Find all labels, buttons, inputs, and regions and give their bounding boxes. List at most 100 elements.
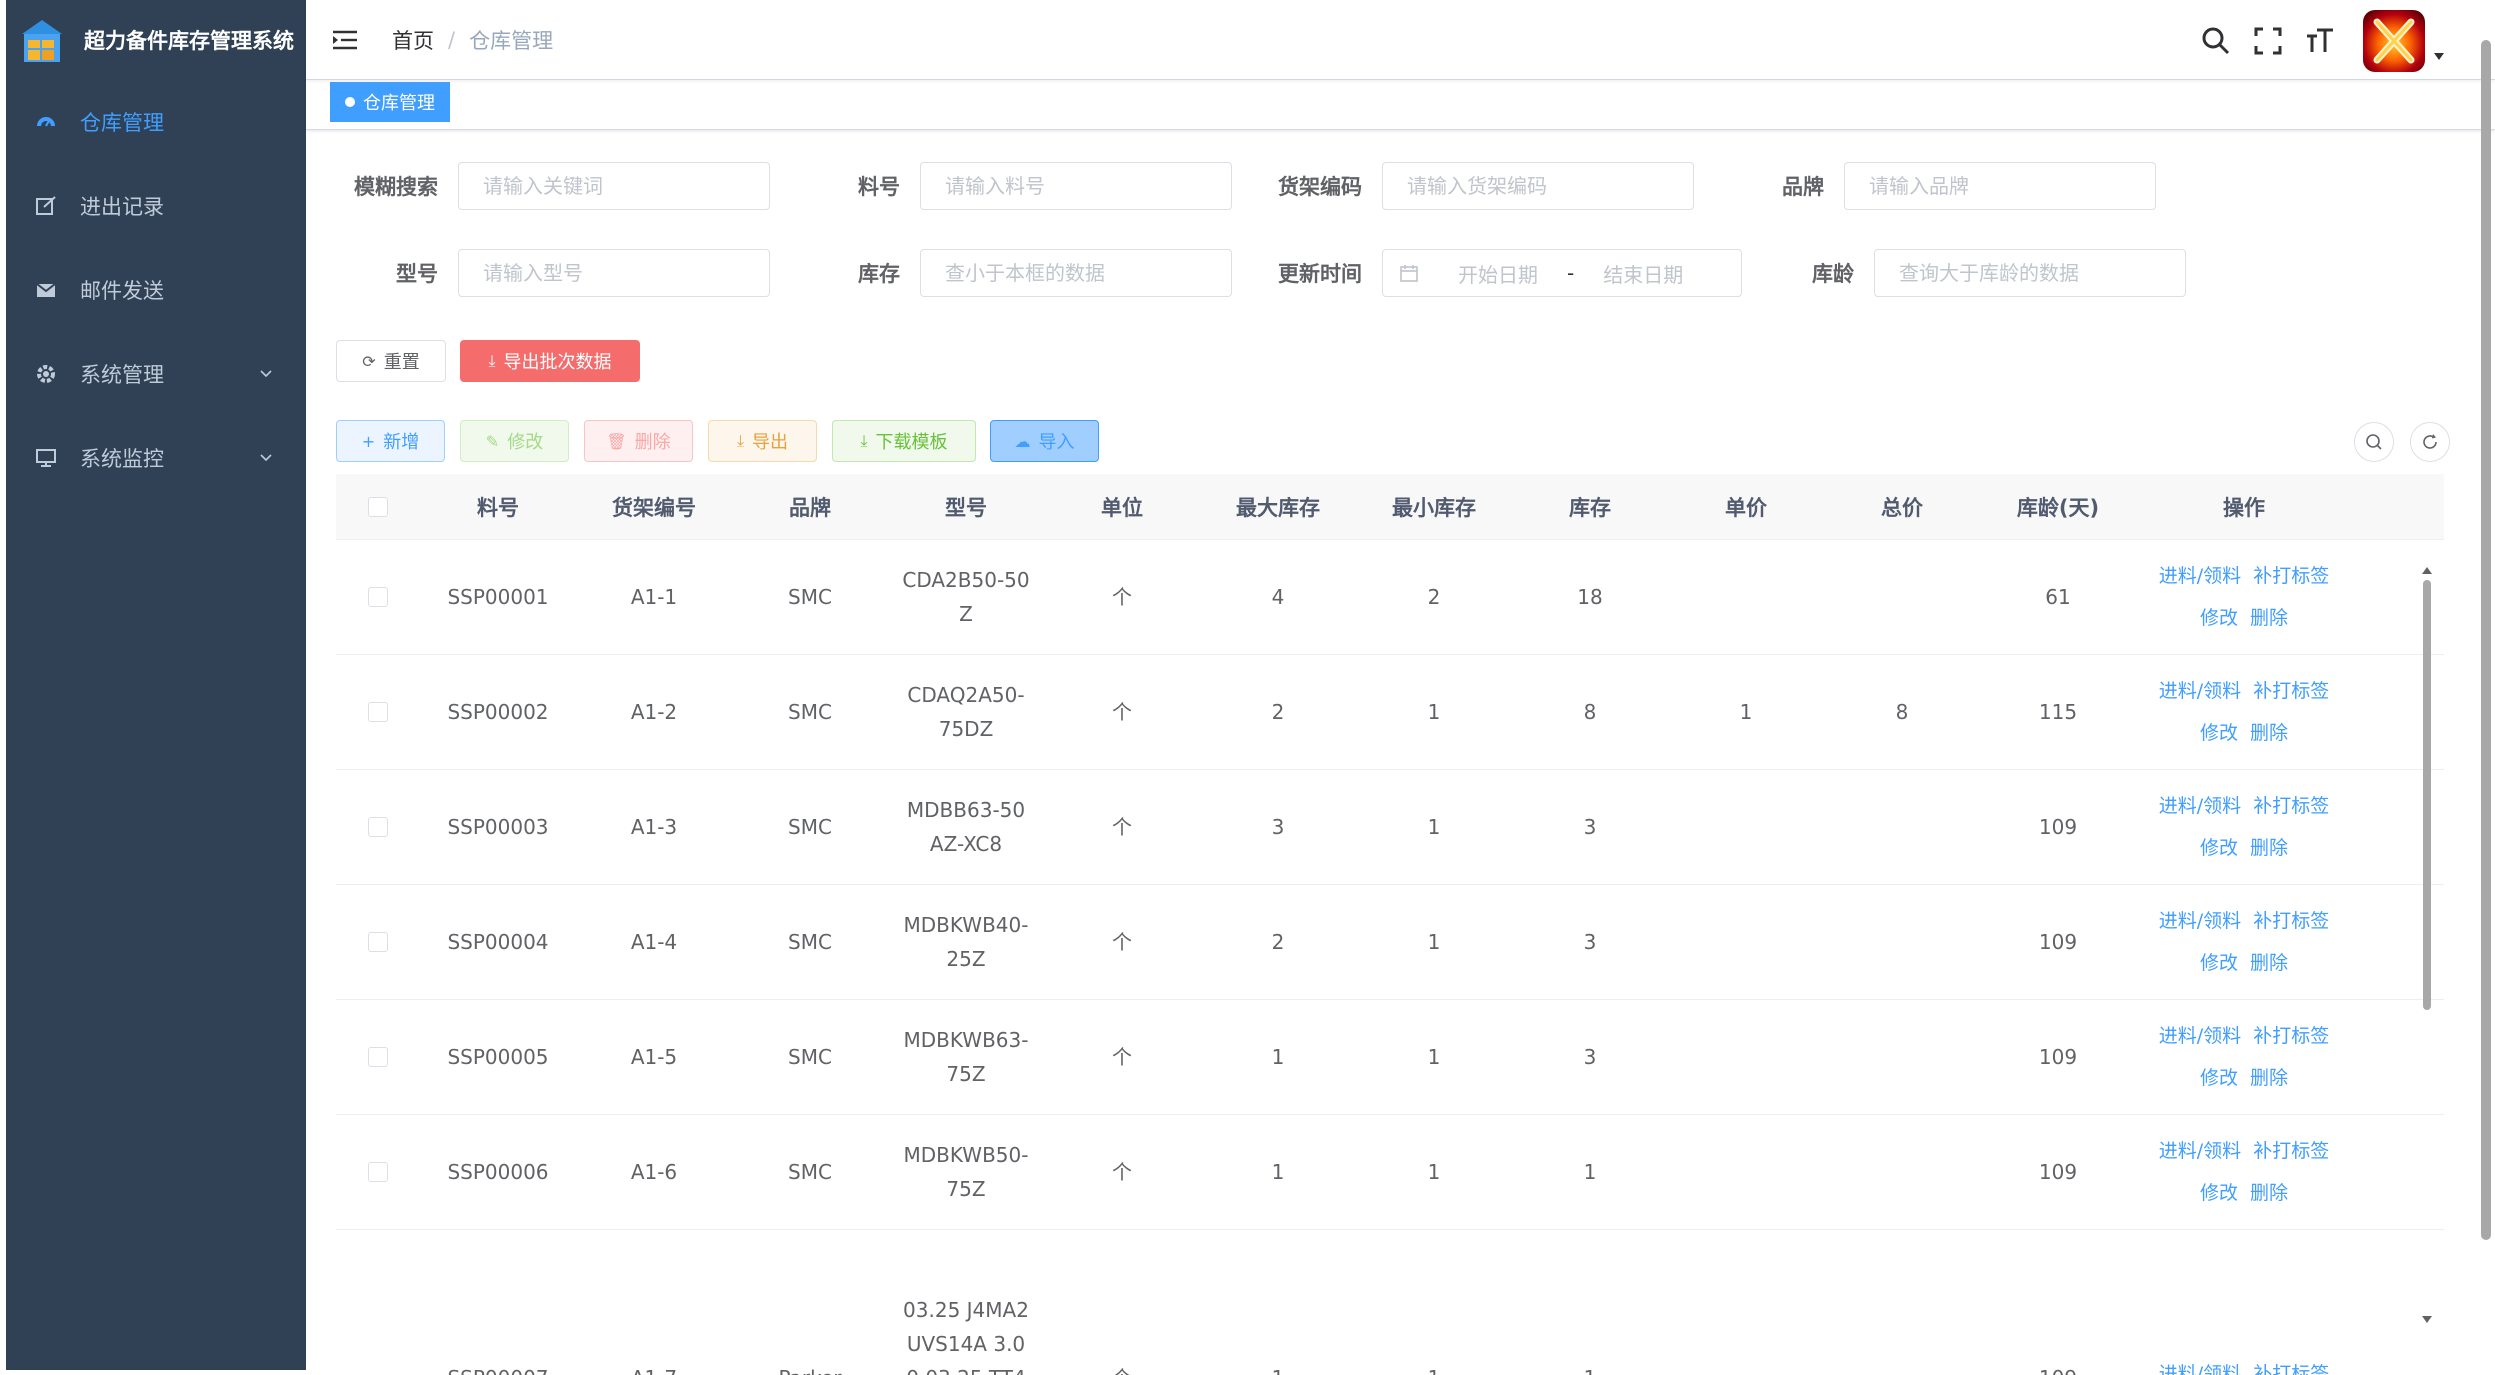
- avatar[interactable]: [2363, 10, 2425, 72]
- sidebar-item-records[interactable]: 进出记录: [6, 164, 306, 248]
- sidebar-item-system[interactable]: 系统管理: [6, 332, 306, 416]
- inout-link[interactable]: 进料/领料: [2159, 680, 2241, 702]
- row-checkbox[interactable]: [368, 1047, 388, 1067]
- inout-link[interactable]: 进料/领料: [2159, 1363, 2241, 1375]
- table-row[interactable]: SSP00007A1-7Parker03.25 J4MA2UVS14A 3.00…: [336, 1230, 2444, 1375]
- stock-age-input[interactable]: [1874, 249, 2186, 297]
- table-header: 料号 货架编号 品牌 型号 单位 最大库存 最小库存 库存 单价 总价 库龄(天…: [336, 474, 2444, 540]
- row-delete-link[interactable]: 删除: [2250, 607, 2288, 629]
- cell-total: 8: [1895, 700, 1909, 724]
- fullscreen-icon[interactable]: [2253, 26, 2283, 56]
- row-edit-link[interactable]: 修改: [2200, 1067, 2238, 1089]
- row-delete-link[interactable]: 删除: [2250, 1182, 2288, 1204]
- cell-max: 4: [1271, 585, 1285, 609]
- inout-link[interactable]: 进料/领料: [2159, 910, 2241, 932]
- export-button[interactable]: ⤓ 导出: [708, 420, 817, 462]
- cell-shelf: A1-3: [630, 815, 678, 839]
- print-label-link[interactable]: 补打标签: [2253, 795, 2329, 817]
- refresh-table-button[interactable]: [2410, 422, 2450, 462]
- brand[interactable]: 超力备件库存管理系统: [6, 0, 306, 80]
- row-edit-link[interactable]: 修改: [2200, 607, 2238, 629]
- inout-link[interactable]: 进料/领料: [2159, 1140, 2241, 1162]
- cell-age: 61: [2045, 585, 2071, 609]
- row-edit-link[interactable]: 修改: [2200, 837, 2238, 859]
- download-icon: ⤓: [860, 431, 868, 450]
- table-row[interactable]: SSP00001 A1-1 SMC CDA2B50-50 Z 个 4 2 18 61 进料/领料 补打…: [336, 540, 2444, 655]
- tag-warehouse[interactable]: 仓库管理: [330, 82, 450, 122]
- download-template-button[interactable]: ⤓ 下载模板: [832, 420, 976, 462]
- table-row[interactable]: SSP00002 A1-2 SMC CDAQ2A50- 75DZ 个 2 1 8 1 8 115 进料/…: [336, 655, 2444, 770]
- row-edit-link[interactable]: 修改: [2200, 1182, 2238, 1204]
- row-checkbox[interactable]: [368, 1162, 388, 1182]
- stock-input[interactable]: [920, 249, 1232, 297]
- table-row[interactable]: SSP00004 A1-4 SMC MDBKWB40- 25Z 个 2 1 3 109 进料/领料补…: [336, 885, 2444, 1000]
- cell-brand: SMC: [788, 1160, 832, 1184]
- print-label-link[interactable]: 补打标签: [2253, 680, 2329, 702]
- add-button[interactable]: + 新增: [336, 420, 445, 462]
- breadcrumb-home[interactable]: 首页: [392, 25, 434, 55]
- row-checkbox[interactable]: [368, 817, 388, 837]
- import-button[interactable]: ☁ 导入: [990, 420, 1099, 462]
- menu-fold-icon[interactable]: [330, 25, 360, 55]
- shelf-code-input[interactable]: [1382, 162, 1694, 210]
- inout-link[interactable]: 进料/领料: [2159, 1025, 2241, 1047]
- model-line: UVS14A 3.0: [906, 1332, 1026, 1356]
- export-batch-button[interactable]: ⤓ 导出批次数据: [460, 340, 640, 382]
- print-label-link[interactable]: 补打标签: [2253, 565, 2329, 587]
- table-row[interactable]: SSP00005 A1-5 SMC MDBKWB63- 75Z 个 1 1 3 109 进料/领料补…: [336, 1000, 2444, 1115]
- print-label-link[interactable]: 补打标签: [2253, 1140, 2329, 1162]
- row-delete-link[interactable]: 删除: [2250, 837, 2288, 859]
- row-delete-link[interactable]: 删除: [2250, 952, 2288, 974]
- table-scrollbar[interactable]: [2420, 566, 2434, 1326]
- row-checkbox[interactable]: [368, 702, 388, 722]
- caret-down-icon[interactable]: [2433, 50, 2445, 62]
- model-input[interactable]: [458, 249, 770, 297]
- sidebar-item-monitor[interactable]: 系统监控: [6, 416, 306, 500]
- sidebar-item-warehouse[interactable]: 仓库管理: [6, 80, 306, 164]
- row-delete-link[interactable]: 删除: [2250, 1067, 2288, 1089]
- print-label-link[interactable]: 补打标签: [2253, 1363, 2329, 1375]
- calendar-icon: [1400, 265, 1418, 282]
- row-checkbox[interactable]: [368, 587, 388, 607]
- monitor-icon: [34, 446, 58, 470]
- delete-button[interactable]: 🗑 删除: [584, 420, 693, 462]
- right-menu: [2179, 10, 2445, 72]
- brand-input[interactable]: [1844, 162, 2156, 210]
- col-unit: 单位: [1101, 495, 1143, 520]
- date-range-picker[interactable]: 开始日期 - 结束日期: [1382, 249, 1742, 297]
- row-edit-link[interactable]: 修改: [2200, 952, 2238, 974]
- sidebar-item-mail[interactable]: 邮件发送: [6, 248, 306, 332]
- cell-age: 109: [2038, 815, 2078, 839]
- col-actions: 操作: [2223, 495, 2265, 520]
- cell-actions: 进料/领料 补打标签 修改 删除: [2136, 1130, 2352, 1214]
- print-label-link[interactable]: 补打标签: [2253, 1025, 2329, 1047]
- end-date-input[interactable]: 结束日期: [1588, 259, 1698, 288]
- select-all-checkbox[interactable]: [368, 496, 388, 517]
- table-row[interactable]: SSP00006 A1-6 SMC MDBKWB50- 75Z 个 1 1 1 109 进料/领料补…: [336, 1115, 2444, 1230]
- cell-stock: 1: [1512, 1361, 1668, 1375]
- print-label-link[interactable]: 补打标签: [2253, 910, 2329, 932]
- sidebar-item-label: 进出记录: [80, 195, 164, 219]
- cell-model: 03.25 J4MA2 UVS14A 3.0 0 03.25 TT4: [888, 1293, 1044, 1375]
- row-delete-link[interactable]: 删除: [2250, 722, 2288, 744]
- cell-min: 1: [1427, 1160, 1441, 1184]
- cell-actions: 进料/领料 补打标签 修改 删除: [2136, 670, 2352, 754]
- table-row[interactable]: SSP00003 A1-3 SMC MDBB63-50 AZ-XC8 个 3 1 3 109 进料/…: [336, 770, 2444, 885]
- cell-shelf: A1-7: [576, 1361, 732, 1375]
- inout-link[interactable]: 进料/领料: [2159, 795, 2241, 817]
- start-date-input[interactable]: 开始日期: [1443, 259, 1553, 288]
- tag-label: 仓库管理: [363, 93, 435, 114]
- cell-actions: 进料/领料 补打标签 修改 删除: [2136, 555, 2352, 639]
- page-scrollbar[interactable]: [2481, 40, 2491, 1240]
- search-icon[interactable]: [2201, 26, 2231, 56]
- inout-link[interactable]: 进料/领料: [2159, 565, 2241, 587]
- toggle-search-button[interactable]: [2354, 422, 2394, 462]
- row-checkbox[interactable]: [368, 932, 388, 952]
- edit-button[interactable]: ✎ 修改: [460, 420, 569, 462]
- fuzzy-search-input[interactable]: [458, 162, 770, 210]
- part-input[interactable]: [920, 162, 1232, 210]
- row-edit-link[interactable]: 修改: [2200, 722, 2238, 744]
- reset-button[interactable]: ⟳ 重置: [336, 340, 446, 382]
- download-icon: ⤓: [736, 431, 745, 450]
- font-size-icon[interactable]: [2305, 26, 2335, 56]
